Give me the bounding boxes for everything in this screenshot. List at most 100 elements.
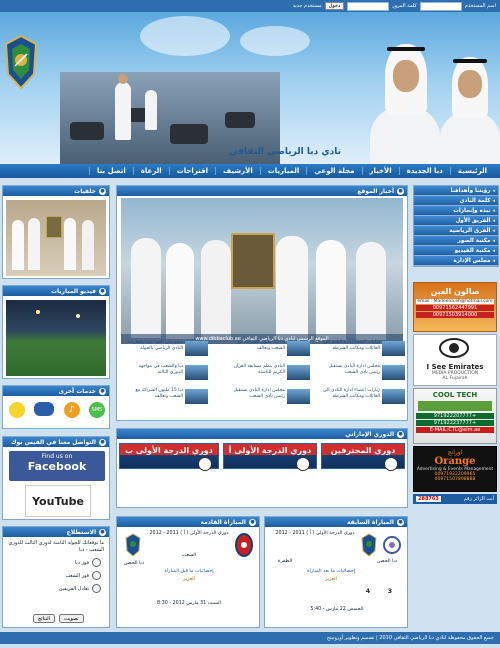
sms-icon[interactable]: SMS bbox=[89, 402, 105, 418]
youtube-button[interactable]: YouTube bbox=[25, 485, 91, 517]
backgrounds-photo[interactable] bbox=[6, 200, 106, 276]
nav-new-dibba[interactable]: دبا الجديدة bbox=[398, 167, 450, 175]
panel-bullet-icon: ● bbox=[99, 528, 106, 536]
login-button[interactable]: دخول bbox=[324, 2, 345, 10]
next-match-title: المباراة القادمة bbox=[200, 518, 247, 526]
gamepad-icon[interactable] bbox=[34, 402, 55, 416]
league-first-b-button[interactable]: دوري الدرجة الأولى ب bbox=[119, 443, 219, 471]
poll-results-button[interactable]: النتائج bbox=[33, 614, 56, 623]
parade-car bbox=[170, 124, 208, 144]
news-item[interactable]: مجلس ادارة النادي يستقبل رئيس نادي الشعب bbox=[227, 388, 310, 410]
prev-match-stats-link[interactable]: إحصائيات ما بعد المباراة bbox=[287, 569, 375, 575]
photo-person bbox=[28, 218, 40, 270]
team-crest-icon bbox=[125, 533, 141, 557]
footer-text: جميع الحقوق محفوظة لنادي دبا الرياضي الث… bbox=[326, 635, 494, 641]
news-thumb bbox=[287, 341, 310, 356]
nav-archive[interactable]: الأرشيف bbox=[215, 167, 260, 175]
prev-match-home-score: 3 bbox=[387, 588, 393, 595]
stadium-photo[interactable] bbox=[6, 300, 106, 376]
username-label: اسم المستخدم bbox=[464, 3, 496, 9]
visitor-counter: أنت الزائر رقم 288763 bbox=[413, 494, 497, 504]
news-thumb bbox=[185, 389, 208, 404]
backgrounds-panel: ● خلفيات bbox=[2, 185, 110, 279]
radio-button[interactable] bbox=[92, 558, 101, 567]
news-item[interactable]: النادي ينظم مسابقة القرآن الكريم للناشئة bbox=[227, 364, 310, 386]
youtube-name: YouTube bbox=[32, 494, 84, 508]
news-item[interactable]: سمو ولي العهد ينوه بإنجازات النادي الريا… bbox=[125, 340, 208, 362]
nav-suggestions[interactable]: اقتراحات bbox=[168, 167, 215, 175]
poll-option[interactable]: تعادل الفريقين bbox=[3, 584, 101, 593]
ad-ct-phone1: +971922207777 bbox=[416, 413, 494, 419]
prev-match-away: دبا الحصن bbox=[376, 559, 398, 564]
stadium-title: فيديو المباريات bbox=[51, 287, 96, 295]
services-header: ● خدمات أخرى bbox=[3, 386, 109, 396]
nav-home[interactable]: الرئيسية bbox=[449, 167, 494, 175]
league-panel: ● الدوري الإماراتي دوري المحترفين دوري ا… bbox=[116, 428, 408, 508]
nav-sponsors[interactable]: الرعاة bbox=[132, 167, 169, 175]
ad-ct-title: COOL TECH bbox=[432, 391, 478, 399]
prev-match-panel: ● المباراة السابقة دوري الدرجة الأولى ( … bbox=[264, 516, 408, 628]
news-thumb bbox=[382, 365, 405, 380]
news-item[interactable]: زيارات أعضاء ادارة النادي الى العائلات و… bbox=[322, 340, 405, 362]
radio-button[interactable] bbox=[92, 584, 101, 593]
parade-person bbox=[145, 90, 157, 130]
poll-option[interactable]: فوز الشعب bbox=[3, 571, 101, 580]
page: اسم المستخدم كلمة المرور دخول مستخدم جدي… bbox=[0, 0, 500, 648]
sidebar-item-board[interactable]: مجلس الإدارة bbox=[414, 256, 498, 266]
ad-i-see-emirates[interactable]: I See Emirates MEDIA PRODUCTION AL Fujai… bbox=[413, 334, 497, 386]
photo-person bbox=[166, 243, 194, 339]
news-item[interactable]: دبا 15 مليون الشراكة مع الشعب وتعالف bbox=[227, 340, 310, 362]
facebook-button[interactable]: Find us on Facebook bbox=[9, 451, 105, 481]
next-match-panel: ● المباراة القادمة دوري الدرجة الأولى ( … bbox=[116, 516, 260, 628]
sidebar-item-history[interactable]: نبذة وإنجازات bbox=[414, 206, 498, 216]
nav-magazine[interactable]: مجلة الوعي bbox=[306, 167, 361, 175]
flower-icon[interactable] bbox=[9, 402, 26, 418]
news-item[interactable]: دبا 15 مليون الشراكة مع الشعب وتعالف bbox=[125, 388, 208, 410]
sidebar-item-video-library[interactable]: مكتبة الفيديو bbox=[414, 246, 498, 256]
stadium-light bbox=[36, 310, 40, 314]
portrait-robe bbox=[370, 107, 440, 164]
next-match-league: دوري الدرجة الأولى ( أ ) 2011 - 2012 bbox=[149, 531, 229, 536]
news-item[interactable]: مجلس ادارة النادي يستقبل رئيس نادي الشعب bbox=[322, 364, 405, 386]
sidebar-item-photo-library[interactable]: مكتبة الصور bbox=[414, 236, 498, 246]
ad-orange[interactable]: اورانج Orange Advertising & Events Manag… bbox=[413, 446, 497, 492]
sidebar-item-first-team[interactable]: الفريق الأول bbox=[414, 216, 498, 226]
ad-salon-phone1: 00971562447991 bbox=[416, 305, 494, 311]
register-link[interactable]: مستخدم جديد bbox=[293, 3, 322, 9]
radio-button[interactable] bbox=[92, 571, 101, 580]
poll-option-label: فوز الشعب bbox=[65, 572, 89, 579]
nav-news[interactable]: الأخبار bbox=[361, 167, 399, 175]
main-nav: الرئيسية دبا الجديدة الأخبار مجلة الوعي … bbox=[0, 164, 500, 178]
ad-salon[interactable]: صالون العين email : Madeena.eh@hotmail.c… bbox=[413, 282, 497, 332]
music-icon[interactable]: ♪ bbox=[63, 402, 80, 418]
nav-matches[interactable]: المباريات bbox=[259, 167, 307, 175]
news-main-photo[interactable]: الموقع الرسمي لنادي دبا الرياضي الثقافي … bbox=[121, 198, 403, 344]
portrait-robe bbox=[440, 112, 500, 164]
next-match-stats-link[interactable]: إحصائيات ما قبل المباراة bbox=[145, 569, 233, 575]
ad-salon-email: email : Madeena.eh@hotmail.com bbox=[416, 299, 494, 304]
password-input[interactable] bbox=[347, 1, 390, 11]
social-title: التواصل معنا في الفيس بوك bbox=[11, 438, 96, 446]
league-first-a-button[interactable]: دوري الدرجة الأولى أ bbox=[223, 443, 317, 471]
sidebar-item-club-word[interactable]: كلمة النادي bbox=[414, 196, 498, 206]
news-item[interactable]: دبا والشعب في مواجهة الدوري الثالثة bbox=[125, 364, 208, 386]
next-match-away: دبا الحصن bbox=[123, 561, 145, 566]
poll-vote-button[interactable]: تصويت bbox=[59, 614, 84, 623]
photo-frame-gift bbox=[231, 233, 275, 289]
news-text: مجلس ادارة النادي يستقبل رئيس نادي الشعب bbox=[328, 364, 380, 375]
ad-salon-phone2: 00971503914000 bbox=[416, 312, 494, 318]
parade-person bbox=[115, 82, 131, 140]
news-item[interactable]: زيارات أعضاء ادارة النادي الى العائلات و… bbox=[322, 388, 405, 410]
team-crest-icon bbox=[383, 536, 401, 554]
nav-contact[interactable]: اتصل بنا bbox=[89, 167, 133, 175]
sidebar-item-vision[interactable]: رؤيتنا وأهدافنا bbox=[414, 186, 498, 196]
sidebar-item-sports-teams[interactable]: الفرق الرياضية bbox=[414, 226, 498, 236]
photo-person bbox=[64, 218, 76, 270]
poll-option[interactable]: فوز دبا bbox=[3, 558, 101, 567]
username-input[interactable] bbox=[419, 1, 462, 11]
ad-cool-tech[interactable]: COOL TECH +971922207777 +971922237777 E-… bbox=[413, 388, 497, 444]
league-pro-button[interactable]: دوري المحترفين bbox=[321, 443, 405, 471]
news-text: دبا 15 مليون الشراكة مع الشعب وتعالف bbox=[135, 388, 183, 399]
news-thumb bbox=[382, 389, 405, 404]
poll-panel: ● الاستطلاع ما توقعاتك للجولة الثامنة لد… bbox=[2, 526, 110, 628]
